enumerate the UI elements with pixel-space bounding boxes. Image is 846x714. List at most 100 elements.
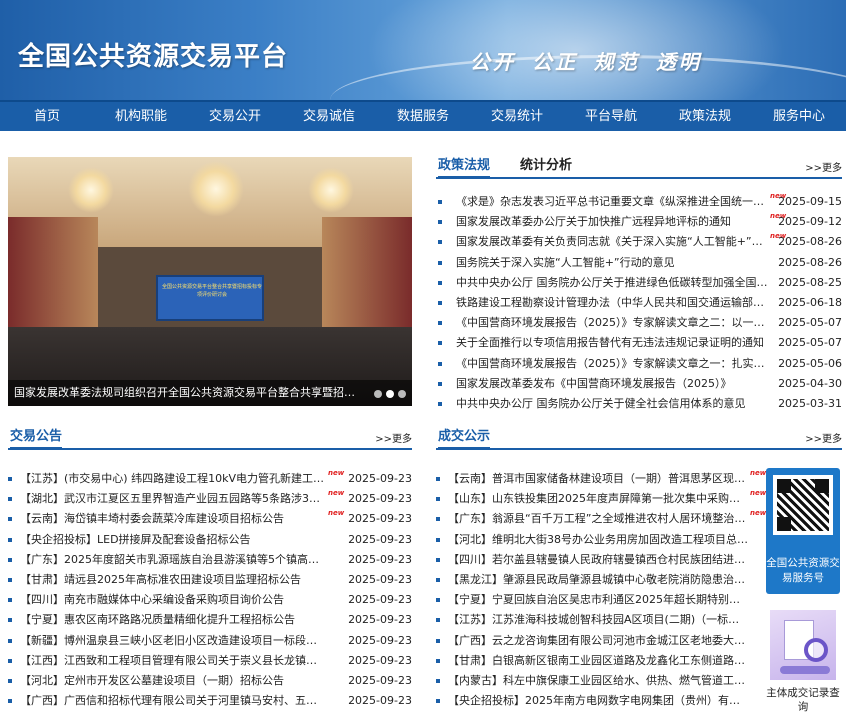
list-item[interactable]: 【湖北】武汉市江夏区五里界智造产业园五园路等5条路涉3… new 2025-09-2… xyxy=(8,489,412,509)
list-item[interactable]: 【广东】翁源县“百千万工程”之全域推进农村人居环境整治… new xyxy=(436,509,766,529)
list-item[interactable]: 【云南】海岱镇丰埼村委会蔬菜冷库建设项目招标公告 new 2025-09-23 xyxy=(8,509,412,529)
list-item-title[interactable]: 中共中央办公厅 国务院办公厅关于推进绿色低碳转型加强全国碳市场… xyxy=(456,273,768,293)
list-item-title[interactable]: 【内蒙古】科左中旗保康工业园区给水、供热、燃气管道工程建设… xyxy=(448,671,748,691)
nav-item[interactable]: 服务中心 xyxy=(752,102,846,131)
nav-item[interactable]: 平台导航 xyxy=(564,102,658,131)
list-item-title[interactable]: 【河北】维明北大街38号办公业务用房加固改造工程项目总承包中… xyxy=(448,530,748,550)
list-item-title[interactable]: 【四川】若尔盖县辖曼镇人民政府辖曼镇西仓村民族团结进步新村… xyxy=(448,550,748,570)
list-item-title[interactable]: 【河北】定州市开发区公墓建设项目（一期）招标公告 xyxy=(20,671,326,691)
tab-deal-notices[interactable]: 成交公示 xyxy=(438,428,491,450)
list-item-title[interactable]: 【江苏】江苏淮海科技城创智科技园A区项目(二期)（一标段）幕墙… xyxy=(448,610,748,630)
nav-item[interactable]: 交易统计 xyxy=(470,102,564,131)
list-item[interactable]: 【甘肃】靖远县2025年高标准农田建设项目监理招标公告 2025-09-23 xyxy=(8,570,412,590)
list-item-title[interactable]: 【湖北】武汉市江夏区五里界智造产业园五园路等5条路涉3… xyxy=(20,489,326,509)
tab-policy[interactable]: 政策法规 xyxy=(438,157,491,179)
list-item[interactable]: 【河北】维明北大街38号办公业务用房加固改造工程项目总承包中… xyxy=(436,530,758,550)
list-item[interactable]: 【广西】云之龙咨询集团有限公司河池市金城江区老地委大院改造… xyxy=(436,631,758,651)
nav-item[interactable]: 首页 xyxy=(0,102,94,131)
list-item[interactable]: 【四川】若尔盖县辖曼镇人民政府辖曼镇西仓村民族团结进步新村… xyxy=(436,550,758,570)
carousel-dot-active[interactable] xyxy=(386,390,394,398)
list-item-title[interactable]: 【央企招投标】LED拼接屏及配套设备招标公告 xyxy=(20,530,326,550)
list-item[interactable]: 中共中央办公厅 国务院办公厅关于健全社会信用体系的意见 2025-03-31 xyxy=(438,394,842,414)
list-item-title[interactable]: 【黑龙江】肇源县民政局肇源县城镇中心敬老院消防隐患治理工程… xyxy=(448,570,748,590)
carousel-caption[interactable]: 国家发展改革委法规司组织召开全国公共资源交易平台整合共享暨招… xyxy=(8,380,412,406)
list-item[interactable]: 【江西】江西致和工程项目管理有限公司关于崇义县长龙镇人民政… 2025-09-23 xyxy=(8,651,412,671)
nav-item[interactable]: 交易诚信 xyxy=(282,102,376,131)
list-item[interactable]: 【央企招投标】LED拼接屏及配套设备招标公告 2025-09-23 xyxy=(8,530,412,550)
list-item[interactable]: 【新疆】博州温泉县三峡小区老旧小区改造建设项目一标段（二次… 2025-09-23 xyxy=(8,631,412,651)
policy-more-link[interactable]: >>更多 xyxy=(805,159,842,174)
list-item[interactable]: 国家发展改革委发布《中国营商环境发展报告（2025）》 2025-04-30 xyxy=(438,374,842,394)
list-item-title[interactable]: 【宁夏】惠农区南环路路况质量精细化提升工程招标公告 xyxy=(20,610,326,630)
list-item[interactable]: 【山东】山东铁投集团2025年度声屏障第一批次集中采购重新… new xyxy=(436,489,766,509)
list-item-title[interactable]: 【甘肃】白银高新区银南工业园区道路及龙鑫化工东侧道路污水… xyxy=(448,651,748,671)
list-item[interactable]: 【江苏】江苏淮海科技城创智科技园A区项目(二期)（一标段）幕墙… xyxy=(436,610,758,630)
list-item-title[interactable]: 铁路建设工程勘察设计管理办法（中华人民共和国交通运输部令2025… xyxy=(456,293,768,313)
news-carousel[interactable]: 全国公共资源交易平台整合共享暨招标投标专项评价研讨会 国家发展改革委法规司组织召… xyxy=(8,157,412,406)
list-item-date: 2025-09-23 xyxy=(348,694,412,708)
tab-statistics[interactable]: 统计分析 xyxy=(520,157,572,175)
list-item[interactable]: 【宁夏】惠农区南环路路况质量精细化提升工程招标公告 2025-09-23 xyxy=(8,610,412,630)
carousel-dot[interactable] xyxy=(398,390,406,398)
record-search-card[interactable]: 主体成交记录查询 xyxy=(766,608,840,713)
list-item-title[interactable]: 【甘肃】靖远县2025年高标准农田建设项目监理招标公告 xyxy=(20,570,326,590)
list-item-title[interactable]: 【央企招投标】2025年南方电网数字电网集团（贵州）有限公司7月… xyxy=(448,691,748,711)
list-item-title[interactable]: 【宁夏】宁夏回族自治区吴忠市利通区2025年超长期特别国债资金… xyxy=(448,590,748,610)
nav-item[interactable]: 政策法规 xyxy=(658,102,752,131)
list-item-title[interactable]: 【云南】普洱市国家储备林建设项目（一期）普洱思茅区现代… xyxy=(448,469,748,489)
list-item-title[interactable]: 《求是》杂志发表习近平总书记重要文章《纵深推进全国统一大市场… xyxy=(456,192,768,212)
list-item[interactable]: 铁路建设工程勘察设计管理办法（中华人民共和国交通运输部令2025… 2025-06… xyxy=(438,293,842,313)
list-item[interactable]: 【江苏】(市交易中心) 纬四路建设工程10kV电力管孔新建工程… new 2025-… xyxy=(8,469,412,489)
list-item[interactable]: 《求是》杂志发表习近平总书记重要文章《纵深推进全国统一大市场… new 2025-0… xyxy=(438,192,842,212)
list-item[interactable]: 国务院关于深入实施“人工智能+”行动的意见 2025-08-26 xyxy=(438,253,842,273)
list-item-title[interactable]: 【广西】云之龙咨询集团有限公司河池市金城江区老地委大院改造… xyxy=(448,631,748,651)
list-item-title[interactable]: 【江苏】(市交易中心) 纬四路建设工程10kV电力管孔新建工程… xyxy=(20,469,326,489)
list-item-title[interactable]: 中共中央办公厅 国务院办公厅关于健全社会信用体系的意见 xyxy=(456,394,768,414)
list-item-title[interactable]: 【广东】2025年度韶关市乳源瑶族自治县游溪镇等5个镇高标准农田… xyxy=(20,550,326,570)
list-item-title[interactable]: 《中国营商环境发展报告（2025）》专家解读文章之二：以一流营商… xyxy=(456,313,768,333)
list-item-title[interactable]: 《中国营商环境发展报告（2025）》专家解读文章之一：扎实推进法… xyxy=(456,354,768,374)
carousel-dot[interactable] xyxy=(374,390,382,398)
list-item[interactable]: 【内蒙古】科左中旗保康工业园区给水、供热、燃气管道工程建设… xyxy=(436,671,758,691)
list-item[interactable]: 《中国营商环境发展报告（2025）》专家解读文章之二：以一流营商… 2025-05… xyxy=(438,313,842,333)
list-item-title[interactable]: 国家发展改革委有关负责同志就《关于深入实施“人工智能+”行动的… xyxy=(456,232,768,252)
list-item[interactable]: 【四川】南充市融媒体中心采编设备采购项目询价公告 2025-09-23 xyxy=(8,590,412,610)
list-item[interactable]: 【河北】定州市开发区公墓建设项目（一期）招标公告 2025-09-23 xyxy=(8,671,412,691)
list-item[interactable]: 【宁夏】宁夏回族自治区吴忠市利通区2025年超长期特别国债资金… xyxy=(436,590,758,610)
list-item-date: 2025-09-23 xyxy=(348,633,412,647)
nav-item[interactable]: 机构职能 xyxy=(94,102,188,131)
list-item[interactable]: 【广东】2025年度韶关市乳源瑶族自治县游溪镇等5个镇高标准农田… 2025-09… xyxy=(8,550,412,570)
list-item-title[interactable]: 【广东】翁源县“百千万工程”之全域推进农村人居环境整治… xyxy=(448,509,748,529)
bullet-icon xyxy=(438,300,442,305)
list-item-title[interactable]: 【江西】江西致和工程项目管理有限公司关于崇义县长龙镇人民政… xyxy=(20,651,326,671)
carousel-dots xyxy=(374,390,406,398)
bullet-icon xyxy=(436,678,440,683)
list-item-title[interactable]: 国务院关于深入实施“人工智能+”行动的意见 xyxy=(456,253,768,273)
list-item[interactable]: 【央企招投标】2025年南方电网数字电网集团（贵州）有限公司7月… xyxy=(436,691,758,711)
list-item[interactable]: 【黑龙江】肇源县民政局肇源县城镇中心敬老院消防隐患治理工程… xyxy=(436,570,758,590)
list-item[interactable]: 国家发展改革委有关负责同志就《关于深入实施“人工智能+”行动的… new 2025-… xyxy=(438,232,842,252)
site-title[interactable]: 全国公共资源交易平台 xyxy=(18,36,288,73)
list-item-title[interactable]: 国家发展改革委办公厅关于加快推广远程异地评标的通知 xyxy=(456,212,768,232)
list-item[interactable]: 【云南】普洱市国家储备林建设项目（一期）普洱思茅区现代… new xyxy=(436,469,766,489)
list-item-title[interactable]: 【山东】山东铁投集团2025年度声屏障第一批次集中采购重新… xyxy=(448,489,748,509)
deal-more-link[interactable]: >>更多 xyxy=(805,430,842,445)
list-item[interactable]: 国家发展改革委办公厅关于加快推广远程异地评标的通知 new 2025-09-12 xyxy=(438,212,842,232)
main-nav: 首页 机构职能 交易公开 交易诚信 数据服务 交易统计 平台导航 政策法规 服务中心 xyxy=(0,100,846,131)
list-item-title[interactable]: 【广西】广西信和招标代理有限公司关于河里镇马安村、五塘村和… xyxy=(20,691,326,711)
nav-item[interactable]: 数据服务 xyxy=(376,102,470,131)
list-item-title[interactable]: 【云南】海岱镇丰埼村委会蔬菜冷库建设项目招标公告 xyxy=(20,509,326,529)
trade-more-link[interactable]: >>更多 xyxy=(375,430,412,445)
list-item-title[interactable]: 关于全面推行以专项信用报告替代有无违法违规记录证明的通知 xyxy=(456,333,768,353)
service-account-card[interactable]: 全国公共资源交易服务号 xyxy=(766,468,840,594)
list-item[interactable]: 《中国营商环境发展报告（2025）》专家解读文章之一：扎实推进法… 2025-05… xyxy=(438,354,842,374)
list-item[interactable]: 【甘肃】白银高新区银南工业园区道路及龙鑫化工东侧道路污水… xyxy=(436,651,758,671)
list-item-title[interactable]: 【新疆】博州温泉县三峡小区老旧小区改造建设项目一标段（二次… xyxy=(20,631,326,651)
list-item[interactable]: 中共中央办公厅 国务院办公厅关于推进绿色低碳转型加强全国碳市场… 2025-08-… xyxy=(438,273,842,293)
list-item-title[interactable]: 国家发展改革委发布《中国营商环境发展报告（2025）》 xyxy=(456,374,768,394)
nav-item[interactable]: 交易公开 xyxy=(188,102,282,131)
list-item[interactable]: 【广西】广西信和招标代理有限公司关于河里镇马安村、五塘村和… 2025-09-23 xyxy=(8,691,412,711)
list-item-title[interactable]: 【四川】南充市融媒体中心采编设备采购项目询价公告 xyxy=(20,590,326,610)
tab-trade-notices[interactable]: 交易公告 xyxy=(10,428,63,450)
list-item[interactable]: 关于全面推行以专项信用报告替代有无违法违规记录证明的通知 2025-05-07 xyxy=(438,333,842,353)
